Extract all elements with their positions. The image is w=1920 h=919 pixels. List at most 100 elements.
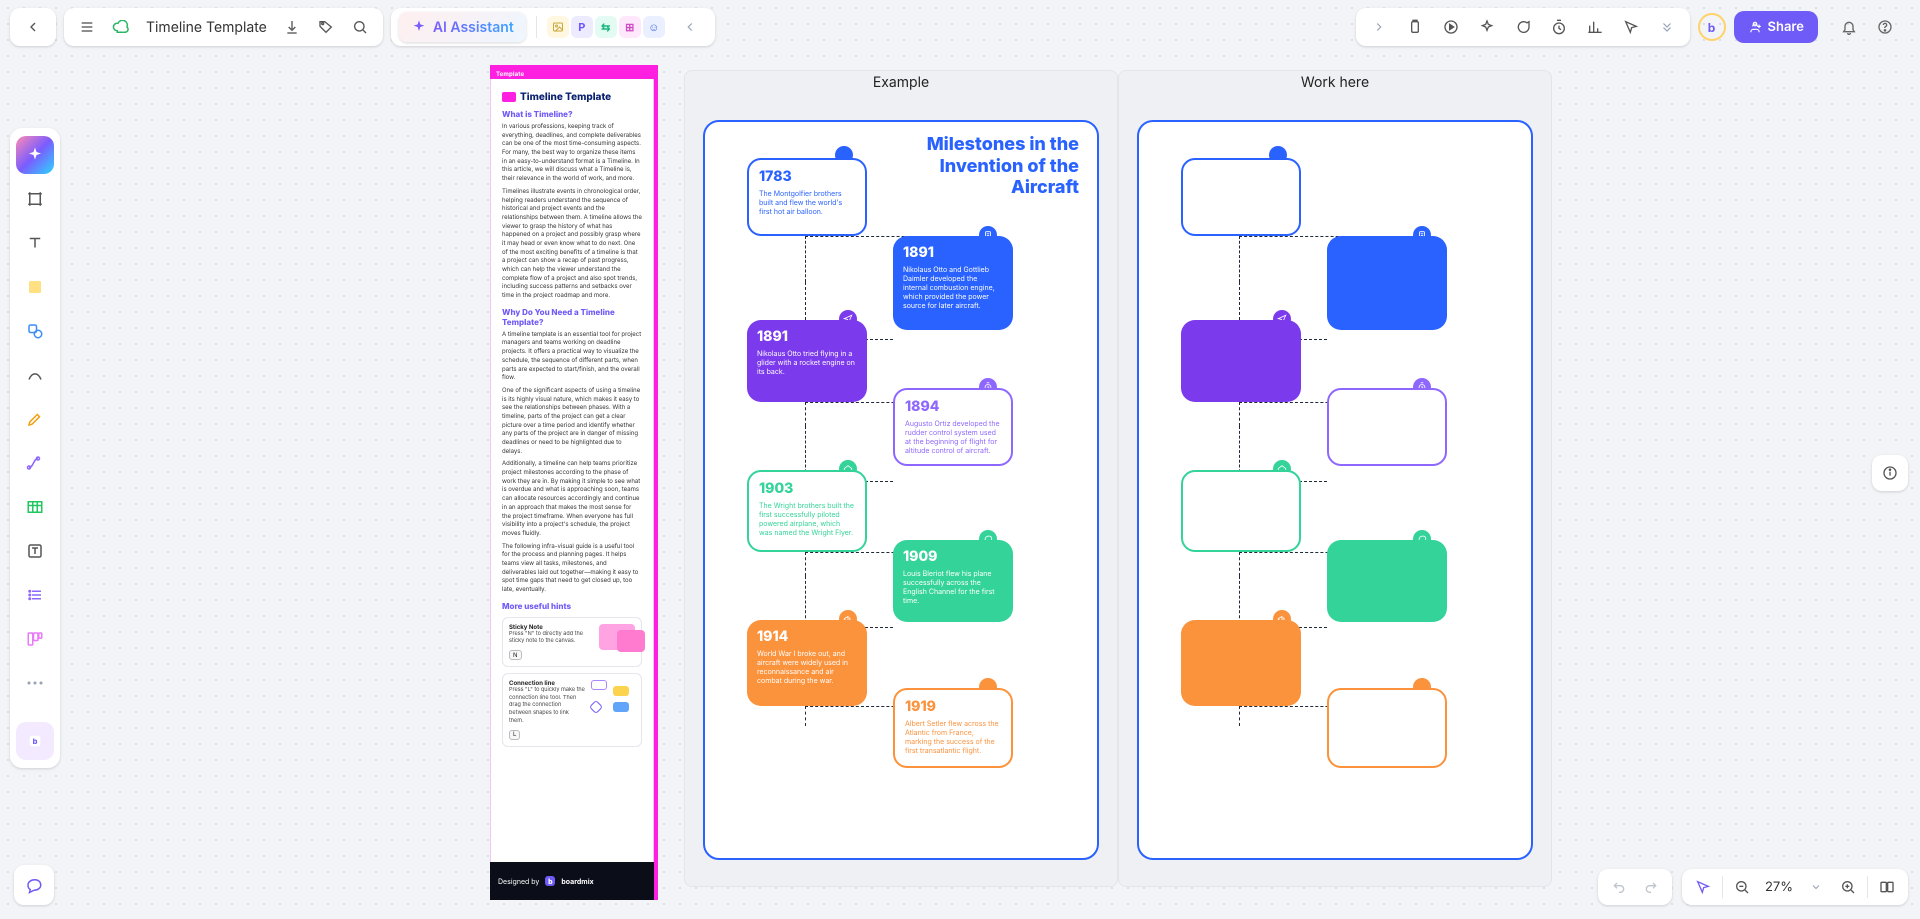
- node-1894[interactable]: 1894 Augusto Ortiz developed the rudder …: [893, 388, 1013, 466]
- node-1891a[interactable]: 1891 Nikolaus Otto and Gottlieb Daimler …: [893, 236, 1013, 330]
- sticky-mini: [599, 624, 635, 650]
- text-block-tool[interactable]: [16, 532, 54, 570]
- ai-segment: AI Assistant P ⇆ ⊞ ☺: [391, 8, 715, 46]
- select-mode[interactable]: [1688, 873, 1718, 901]
- work-board[interactable]: [1137, 120, 1533, 860]
- clipboard-icon[interactable]: [1398, 12, 1432, 42]
- node-1783[interactable]: 1783 The Montgolfier brothers built and …: [747, 158, 867, 236]
- doc-h2: Why Do You Need a Timeline Template?: [502, 307, 642, 327]
- timer-icon[interactable]: [1542, 12, 1576, 42]
- example-frame[interactable]: Example Milestones in the Invention of t…: [684, 70, 1118, 887]
- more-chevron-icon[interactable]: [1650, 12, 1684, 42]
- more-tools[interactable]: [16, 664, 54, 702]
- view-tools: [1356, 8, 1690, 46]
- minimap-toggle[interactable]: [1872, 873, 1902, 901]
- play-icon[interactable]: [1434, 12, 1468, 42]
- share-button[interactable]: Share: [1734, 11, 1818, 43]
- bottom-right: 27%: [1598, 869, 1908, 905]
- kanban-tool[interactable]: [16, 620, 54, 658]
- w-node-8[interactable]: [1327, 688, 1447, 768]
- work-label: Work here: [1118, 70, 1552, 94]
- w-node-6[interactable]: [1327, 540, 1447, 622]
- flow-token[interactable]: ⇆: [595, 16, 617, 38]
- line-tool[interactable]: [16, 356, 54, 394]
- node-1919[interactable]: 1919 Albert Setler flew across the Atlan…: [893, 688, 1013, 768]
- svg-text:b: b: [33, 737, 38, 746]
- doc-p2c: Additionally, a timeline can help teams …: [502, 460, 642, 538]
- zoom-value[interactable]: 27%: [1759, 879, 1799, 895]
- work-frame[interactable]: Work here: [1118, 70, 1552, 887]
- doc-p2b: One of the significant aspects of using …: [502, 387, 642, 457]
- zoom-out[interactable]: [1727, 873, 1757, 901]
- w-node-5[interactable]: [1181, 470, 1301, 552]
- comments-fab[interactable]: [14, 865, 54, 905]
- connector-tool[interactable]: [16, 444, 54, 482]
- doc-title[interactable]: Timeline Template: [138, 19, 275, 36]
- zoom-dropdown[interactable]: [1801, 873, 1831, 901]
- back-button[interactable]: [16, 12, 50, 42]
- w-node-4[interactable]: [1327, 388, 1447, 466]
- comment-icon[interactable]: [1506, 12, 1540, 42]
- menu-button[interactable]: [70, 12, 104, 42]
- download-button[interactable]: [275, 12, 309, 42]
- info-fab[interactable]: [1872, 455, 1908, 491]
- chevron-right-icon[interactable]: [1362, 12, 1396, 42]
- frame-tool[interactable]: [16, 180, 54, 218]
- chevron-left-icon[interactable]: [673, 12, 707, 42]
- node-1909[interactable]: 1909 Louis Bleriot flew his plane succes…: [893, 540, 1013, 622]
- connect-hint: Connection line Press "L" to quickly mak…: [502, 673, 642, 746]
- bell-icon[interactable]: [1832, 12, 1866, 42]
- doc-footer: Designed by b boardmix: [490, 862, 654, 900]
- top-header: Timeline Template AI Assistant P ⇆ ⊞ ☺: [10, 8, 715, 46]
- face-token[interactable]: ☺: [643, 16, 665, 38]
- list-tool[interactable]: [16, 576, 54, 614]
- notify-segment: [1826, 8, 1908, 46]
- title-swatch: [502, 92, 516, 102]
- doc-h3: More useful hints: [502, 601, 642, 611]
- shape-tool[interactable]: [16, 312, 54, 350]
- brand-ring[interactable]: b: [1698, 13, 1726, 41]
- sticky-tool[interactable]: [16, 268, 54, 306]
- object-type-tokens: P ⇆ ⊞ ☺: [547, 16, 665, 38]
- cursor-icon[interactable]: [1614, 12, 1648, 42]
- example-label: Example: [684, 70, 1118, 94]
- ai-assistant-button[interactable]: AI Assistant: [399, 12, 526, 42]
- table-tool[interactable]: [16, 488, 54, 526]
- separator: [536, 16, 537, 38]
- help-icon[interactable]: [1868, 12, 1902, 42]
- redo-button[interactable]: [1636, 873, 1666, 901]
- text-tool[interactable]: [16, 224, 54, 262]
- node-1903[interactable]: 1903 The Wright brothers built the first…: [747, 470, 867, 552]
- p-token[interactable]: P: [571, 16, 593, 38]
- file-segment: Timeline Template: [64, 8, 383, 46]
- board-title: Milestones in the Invention of the Aircr…: [879, 134, 1079, 199]
- search-button[interactable]: [343, 12, 377, 42]
- doc-panel[interactable]: Template Timeline Template What is Timel…: [490, 65, 658, 900]
- sparkle-icon[interactable]: [1470, 12, 1504, 42]
- doc-p2d: The following infra-visual guide is a us…: [502, 543, 642, 595]
- top-right: b Share: [1356, 8, 1908, 46]
- undo-button[interactable]: [1604, 873, 1634, 901]
- back-segment: [10, 8, 56, 46]
- node-1891b[interactable]: 1891 Nikolaus Otto tried flying in a gli…: [747, 320, 867, 402]
- w-node-1[interactable]: [1181, 158, 1301, 236]
- zoom-panel: 27%: [1682, 869, 1908, 905]
- doc-h1: What is Timeline?: [502, 109, 642, 119]
- image-token[interactable]: [547, 16, 569, 38]
- chart-icon[interactable]: [1578, 12, 1612, 42]
- zoom-in[interactable]: [1833, 873, 1863, 901]
- cloud-sync-icon: [104, 12, 138, 42]
- pen-tool[interactable]: [16, 400, 54, 438]
- ai-tool[interactable]: [16, 136, 54, 174]
- doc-p1: In various professions, keeping track of…: [502, 123, 642, 184]
- kbd-l: L: [509, 730, 520, 740]
- tag-button[interactable]: [309, 12, 343, 42]
- w-node-3[interactable]: [1181, 320, 1301, 402]
- grid-token[interactable]: ⊞: [619, 16, 641, 38]
- sticky-hint: Sticky Note Press "N" to directly add th…: [502, 617, 642, 667]
- templates-tool[interactable]: b: [16, 722, 54, 760]
- example-board[interactable]: Milestones in the Invention of the Aircr…: [703, 120, 1099, 860]
- node-1914[interactable]: 1914 World War I broke out, and aircraft…: [747, 620, 867, 706]
- w-node-7[interactable]: [1181, 620, 1301, 706]
- w-node-2[interactable]: [1327, 236, 1447, 330]
